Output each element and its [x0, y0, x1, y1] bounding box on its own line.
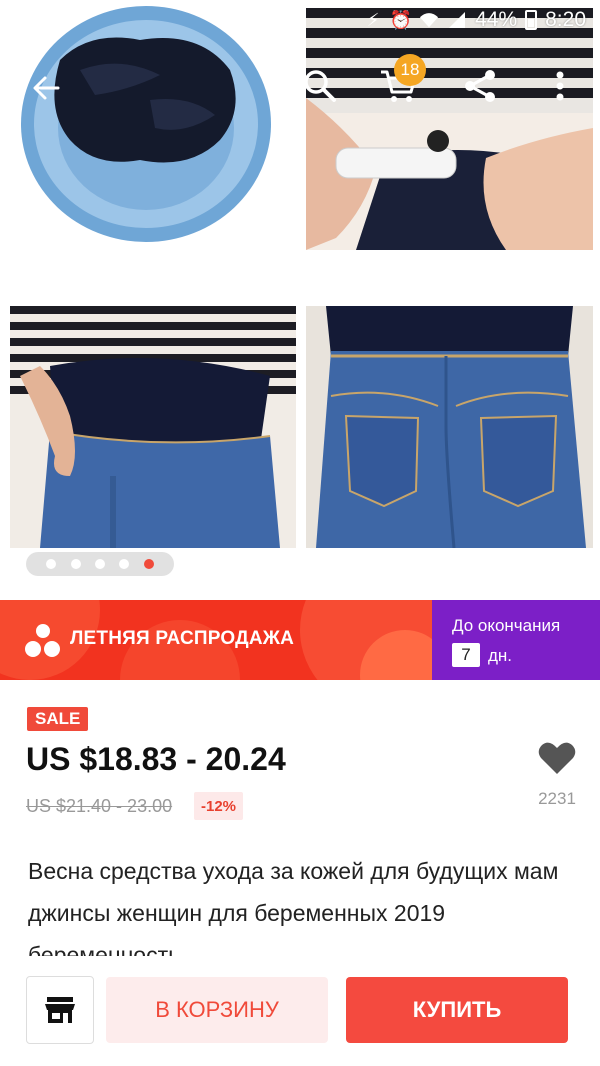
- signal-icon: [447, 10, 467, 30]
- battery-percent: 44%: [475, 8, 518, 31]
- add-to-cart-button[interactable]: В КОРЗИНУ: [106, 977, 328, 1043]
- gallery-notification-icon: [12, 10, 34, 28]
- summer-sale-banner[interactable]: ЛЕТНЯЯ РАСПРОДАЖА До окончания 7 дн.: [0, 600, 600, 680]
- promo-title: ЛЕТНЯЯ РАСПРОДАЖА: [70, 628, 295, 649]
- bottom-action-bar: В КОРЗИНУ КУПИТЬ: [0, 956, 600, 1066]
- buy-now-button[interactable]: КУПИТЬ: [346, 977, 568, 1043]
- product-price: US $18.83 - 20.24: [26, 741, 286, 777]
- pager-dot[interactable]: [119, 559, 130, 569]
- battery-icon: [525, 10, 538, 30]
- product-title-container: Весна средства ухода за кожей для будущи…: [28, 850, 568, 956]
- wishlist-button[interactable]: [534, 735, 580, 781]
- product-title: Весна средства ухода за кожей для будущи…: [28, 858, 559, 956]
- pager-dot[interactable]: [70, 559, 81, 569]
- product-photo-waistband[interactable]: [306, 8, 593, 250]
- store-button[interactable]: [26, 976, 94, 1044]
- pager-dot[interactable]: [46, 559, 57, 569]
- arrow-left-icon: [33, 76, 60, 100]
- product-photo-front[interactable]: [10, 306, 296, 548]
- clock: 8:20: [545, 8, 586, 31]
- sale-badge: SALE: [27, 707, 89, 731]
- product-photo-back[interactable]: [306, 306, 593, 548]
- countdown-label: До окончания: [452, 616, 561, 635]
- cart-count-badge: 18: [394, 54, 426, 86]
- sale-logo-icon: [25, 624, 60, 657]
- original-price: US $21.40 - 23.00: [26, 796, 173, 816]
- status-bar: ⚡ ⏰ 44% 8:20: [0, 0, 600, 40]
- gallery-pager: [26, 552, 174, 576]
- store-icon: [45, 997, 75, 1023]
- more-options-button[interactable]: [534, 60, 586, 112]
- search-icon: [304, 70, 336, 102]
- share-icon: [465, 70, 495, 102]
- product-image-gallery[interactable]: ⚡ ⏰ 44% 8:20 18: [0, 0, 600, 600]
- heart-icon: [538, 742, 576, 774]
- pager-dot-active[interactable]: [143, 559, 154, 569]
- discount-badge: -12%: [194, 792, 244, 820]
- battery-saver-icon: ⚡: [366, 9, 380, 30]
- countdown-days-value: 7: [452, 643, 480, 667]
- alarm-icon: ⏰: [389, 9, 413, 30]
- countdown-days-unit: дн.: [488, 646, 513, 665]
- wishlist-count: 2231: [538, 789, 576, 808]
- wifi-icon: [419, 10, 439, 30]
- search-button[interactable]: [294, 60, 346, 112]
- back-button[interactable]: [20, 62, 72, 114]
- share-button[interactable]: [454, 60, 506, 112]
- more-vert-icon: [556, 71, 564, 101]
- pager-dot[interactable]: [94, 559, 105, 569]
- promo-countdown: До окончания 7 дн.: [432, 600, 600, 680]
